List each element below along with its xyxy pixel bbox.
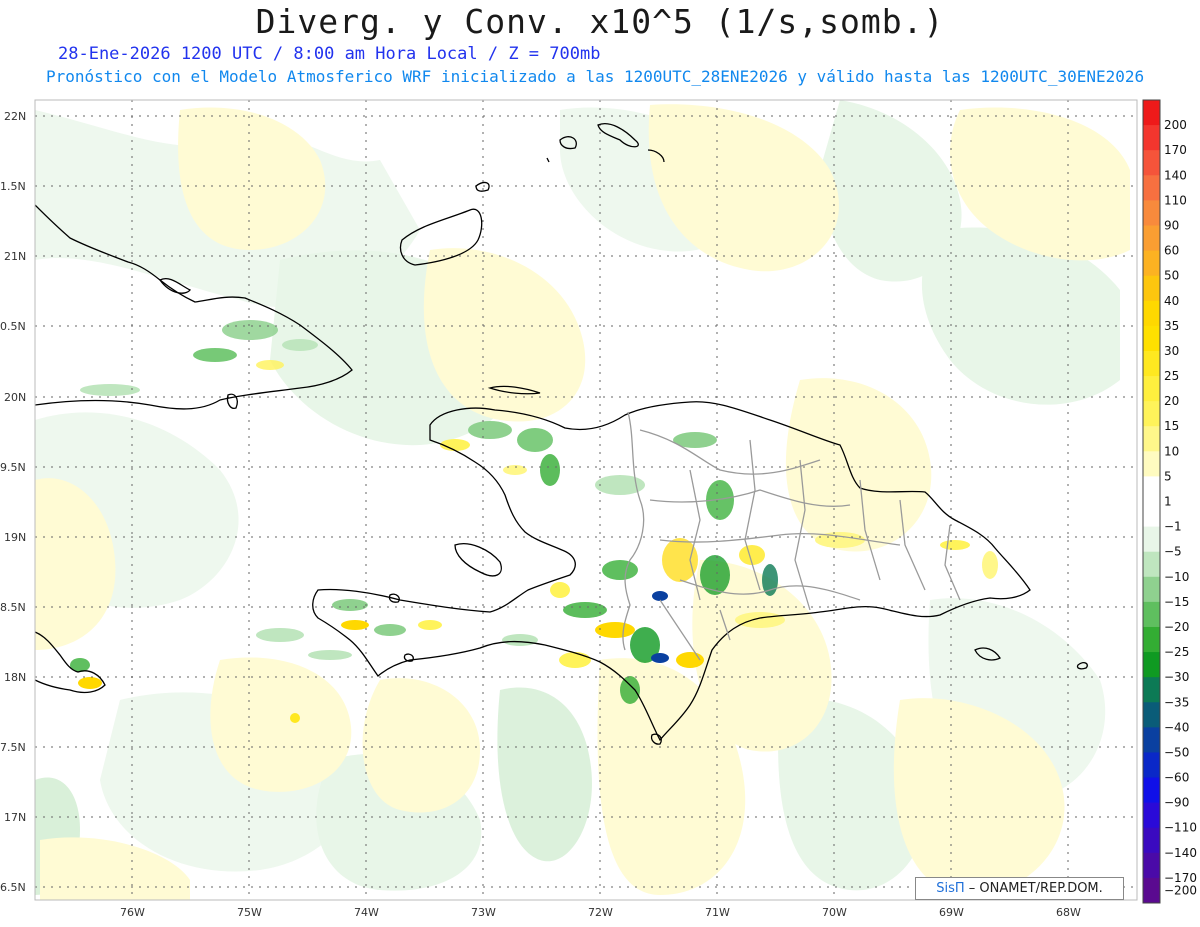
sispi-logo: SisΠ [936, 881, 965, 896]
color-scale-swatch [1143, 426, 1160, 452]
credit-text: – ONAMET/REP.DOM. [968, 881, 1103, 896]
color-scale-swatch [1143, 350, 1160, 377]
color-scale-label: 10 [1164, 444, 1179, 458]
color-scale-swatch [1143, 576, 1160, 603]
color-scale-label: 140 [1164, 168, 1187, 182]
longitude-labels: 76W 75W 74W 73W 72W 71W 70W 69W 68W [120, 906, 1081, 919]
color-scale-label: −50 [1164, 745, 1189, 759]
color-scale-label: −40 [1164, 720, 1189, 734]
color-scale-swatch [1143, 526, 1160, 553]
color-scale-swatch [1143, 501, 1160, 528]
forecast-map: 22N 1.5N 21N 0.5N 20N 9.5N 19N 8.5N 18N … [0, 99, 1197, 919]
color-scale-swatch [1143, 827, 1160, 854]
color-scale-swatch [1143, 677, 1160, 703]
color-scale-label: −5 [1164, 545, 1182, 559]
color-scale-label: 40 [1164, 294, 1179, 308]
color-scale-swatch [1143, 150, 1160, 176]
lat-label: 22N [4, 110, 26, 123]
color-scale-label: 15 [1164, 419, 1179, 433]
color-scale-label: 25 [1164, 369, 1179, 383]
color-scale-swatch [1143, 100, 1160, 126]
color-scale-label: 60 [1164, 244, 1179, 258]
color-scale-swatch [1143, 752, 1160, 779]
color-scale-swatch [1143, 401, 1160, 427]
credit-box: SisΠ – ONAMET/REP.DOM. [915, 877, 1124, 900]
lon-label: 74W [354, 906, 379, 919]
color-scale-swatch [1143, 175, 1160, 201]
lon-label: 72W [588, 906, 613, 919]
color-scale-swatch [1143, 376, 1160, 402]
color-scale-label: −110 [1164, 821, 1197, 835]
color-scale-label: −90 [1164, 796, 1189, 810]
shaded-field [35, 100, 1137, 900]
lon-label: 73W [471, 906, 496, 919]
color-scale-label: 90 [1164, 218, 1179, 232]
color-scale-swatch [1143, 802, 1160, 829]
color-scale-label: −20 [1164, 620, 1189, 634]
lat-label: 18N [4, 671, 26, 684]
lat-label: 7.5N [0, 741, 26, 754]
lon-label: 71W [705, 906, 730, 919]
color-scale-label: 20 [1164, 394, 1179, 408]
color-scale-label: −25 [1164, 645, 1189, 659]
color-scale-swatch [1143, 250, 1160, 277]
lat-label: 1.5N [0, 180, 26, 193]
lat-label: 0.5N [0, 320, 26, 333]
color-scale-swatch [1143, 777, 1160, 804]
color-scale-swatch [1143, 727, 1160, 753]
color-scale-label: −15 [1164, 595, 1189, 609]
lat-label: 19N [4, 531, 26, 544]
color-scale-swatch [1143, 275, 1160, 302]
lat-label: 6.5N [0, 881, 26, 894]
color-scale-label: −140 [1164, 846, 1197, 860]
color-scale-label: 5 [1164, 469, 1172, 483]
color-scale-swatch [1143, 852, 1160, 879]
color-scale-swatch [1143, 225, 1160, 252]
color-scale-label: 1 [1164, 495, 1172, 509]
color-scale-swatch [1143, 451, 1160, 477]
color-scale-label: −200 [1164, 883, 1197, 897]
latitude-labels: 22N 1.5N 21N 0.5N 20N 9.5N 19N 8.5N 18N … [0, 110, 26, 894]
lon-label: 70W [822, 906, 847, 919]
color-scale-swatch [1143, 551, 1160, 578]
color-scale-legend: 200 170 140 110 90 60 50 40 35 30 25 20 15 10 5 1 −1 −5 −1… [1142, 99, 1197, 904]
lon-label: 76W [120, 906, 145, 919]
color-scale-swatch [1143, 325, 1160, 352]
lon-label: 68W [1056, 906, 1081, 919]
color-scale-label: 50 [1164, 269, 1179, 283]
lat-label: 8.5N [0, 601, 26, 614]
color-scale-swatch [1143, 125, 1160, 151]
lat-label: 17N [4, 811, 26, 824]
color-scale-label: −60 [1164, 771, 1189, 785]
color-scale-swatch [1143, 652, 1160, 678]
color-scale-label: 200 [1164, 118, 1187, 132]
color-scale-label: −35 [1164, 695, 1189, 709]
lat-label: 20N [4, 391, 26, 404]
color-scale-label: −1 [1164, 520, 1182, 534]
color-scale-label: 35 [1164, 319, 1179, 333]
color-scale-label: 170 [1164, 143, 1187, 157]
color-scale-swatch [1143, 300, 1160, 327]
lon-label: 69W [939, 906, 964, 919]
color-scale-label: −30 [1164, 670, 1189, 684]
lon-label: 75W [237, 906, 262, 919]
color-scale-label: 30 [1164, 344, 1179, 358]
lat-label: 21N [4, 250, 26, 263]
color-scale-swatch [1143, 200, 1160, 226]
color-scale-swatch [1143, 702, 1160, 728]
color-scale-swatch [1143, 877, 1160, 904]
color-scale-swatch [1143, 626, 1160, 653]
lat-label: 9.5N [0, 461, 26, 474]
color-scale-swatch [1143, 476, 1160, 502]
color-scale-swatch [1143, 601, 1160, 628]
color-scale-label: 110 [1164, 193, 1187, 207]
color-scale-label: −10 [1164, 570, 1189, 584]
